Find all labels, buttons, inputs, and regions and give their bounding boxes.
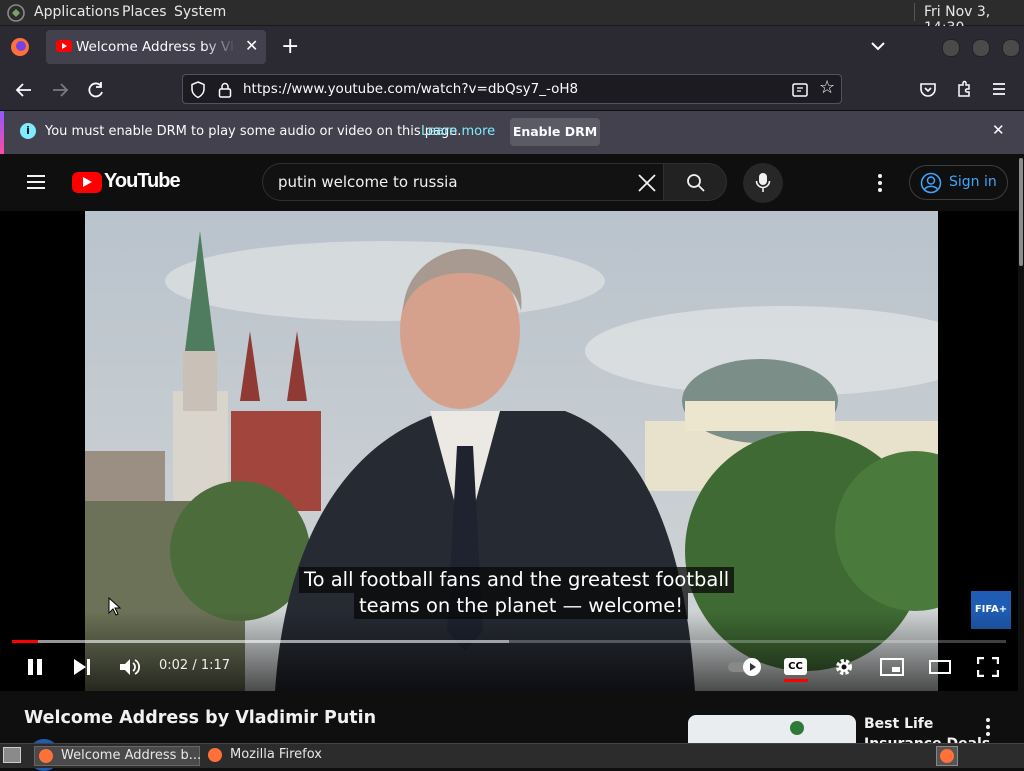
taskbar-item-label: Mozilla Firefox [230, 747, 322, 762]
extensions-icon[interactable] [955, 80, 973, 98]
search-icon [687, 174, 705, 192]
search-query: putin welcome to russia [278, 173, 458, 191]
account-icon [920, 172, 942, 194]
time-display: 0:02 / 1:17 [159, 658, 231, 673]
close-notification-icon[interactable]: ✕ [992, 121, 1005, 139]
sidebar-more-icon[interactable] [980, 717, 996, 737]
drm-notification-bar: i You must enable DRM to play some audio… [0, 111, 1024, 154]
taskbar-item-label: Welcome Address b... [61, 748, 202, 763]
reload-icon[interactable] [86, 80, 106, 100]
info-icon: i [20, 123, 36, 139]
app-menu-icon[interactable] [991, 81, 1007, 97]
video-player[interactable]: To all football fans and the greatest fo… [0, 211, 1018, 691]
firefox-task-icon [208, 748, 222, 762]
sidebar-ad-title[interactable]: Best Life [864, 716, 933, 732]
below-player: Welcome Address by Vladimir Putin Best L… [0, 691, 1018, 771]
panel-separator [914, 3, 915, 21]
minimize-window-icon[interactable] [942, 39, 960, 57]
taskbar: Welcome Address b... Mozilla Firefox [0, 743, 1024, 768]
youtube-logo-text[interactable]: YouTube [104, 170, 181, 193]
pocket-icon[interactable] [919, 80, 937, 98]
firefox-icon[interactable] [10, 37, 30, 57]
search-button[interactable] [663, 163, 727, 201]
sign-in-button[interactable]: Sign in [909, 165, 1008, 200]
video-title: Welcome Address by Vladimir Putin [24, 708, 377, 728]
hamburger-menu-icon[interactable] [26, 174, 46, 190]
tab-active[interactable]: Welcome Address by Vladimir Putin ✕ [46, 30, 266, 64]
back-icon[interactable] [14, 80, 34, 100]
enable-drm-button[interactable]: Enable DRM [510, 118, 600, 146]
pause-icon[interactable] [25, 657, 45, 677]
drm-learn-more-link[interactable]: Learn more [421, 124, 495, 139]
clear-search-icon[interactable] [637, 173, 657, 193]
more-options-icon[interactable] [872, 173, 888, 193]
progress-played [12, 640, 38, 643]
show-desktop-icon[interactable] [3, 747, 21, 763]
shield-icon[interactable] [190, 81, 206, 99]
drm-message: You must enable DRM to play some audio o… [45, 124, 462, 139]
progress-bar[interactable] [12, 640, 1006, 643]
sign-in-label: Sign in [949, 174, 997, 190]
applications-menu[interactable]: Applications [34, 4, 120, 20]
close-window-icon[interactable] [1002, 39, 1020, 57]
maximize-window-icon[interactable] [972, 39, 990, 57]
cc-active-indicator [784, 679, 808, 682]
forward-icon[interactable] [50, 80, 70, 100]
reader-view-icon[interactable] [791, 81, 809, 99]
subtitle-line-1: To all football fans and the greatest fo… [299, 567, 735, 593]
progress-buffered [12, 640, 509, 643]
taskbar-item-youtube[interactable]: Welcome Address b... [34, 746, 202, 766]
workspace-switcher[interactable] [936, 746, 958, 766]
fullscreen-icon[interactable] [977, 657, 999, 677]
subtitles-cc-icon[interactable]: CC [784, 658, 807, 675]
theater-mode-icon[interactable] [929, 660, 951, 674]
url-bar[interactable]: https://www.youtube.com/watch?v=dbQsy7_-… [182, 74, 842, 104]
miniplayer-icon[interactable] [880, 658, 904, 676]
scrollbar-thumb[interactable] [1019, 158, 1023, 266]
top-panel: Applications Places System Fri Nov 3, 14… [0, 0, 1024, 36]
system-menu[interactable]: System [174, 4, 226, 20]
volume-icon[interactable] [118, 656, 140, 678]
controls-gradient [0, 611, 1018, 691]
youtube-favicon-icon [56, 40, 72, 52]
search-input[interactable]: putin welcome to russia [262, 163, 663, 201]
bookmark-star-icon[interactable]: ☆ [819, 77, 835, 98]
places-menu[interactable]: Places [122, 4, 167, 20]
taskbar-item-firefox[interactable]: Mozilla Firefox [204, 746, 404, 766]
voice-search-button[interactable] [743, 163, 783, 203]
list-tabs-chevron-icon[interactable] [870, 40, 886, 52]
firefox-task-icon [39, 749, 53, 763]
notification-accent [0, 111, 4, 154]
lock-icon[interactable] [217, 81, 233, 99]
mouse-cursor-icon [108, 597, 122, 616]
tab-title: Welcome Address by Vladimir Putin [76, 39, 236, 55]
next-video-icon[interactable] [72, 657, 92, 677]
microphone-icon [755, 173, 771, 192]
tab-close-icon[interactable]: ✕ [245, 36, 258, 55]
url-text: https://www.youtube.com/watch?v=dbQsy7_-… [243, 81, 579, 97]
new-tab-icon[interactable]: + [281, 34, 299, 59]
autoplay-toggle[interactable] [728, 658, 762, 676]
settings-gear-icon[interactable] [833, 656, 855, 678]
youtube-logo-icon[interactable] [72, 172, 102, 193]
distro-logo-icon[interactable] [6, 3, 26, 23]
